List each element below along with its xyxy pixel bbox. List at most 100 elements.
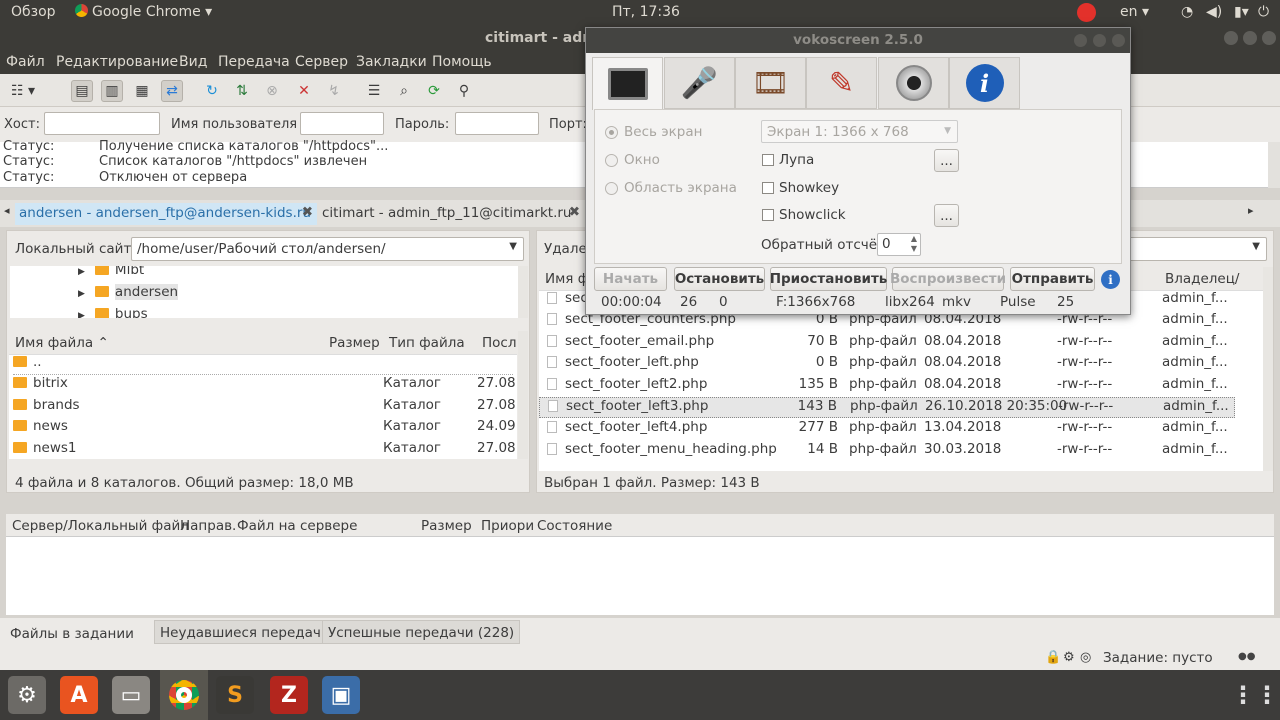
table-row[interactable]: sect_footer_email.php 70 B php-файл 08.04.2… [539,333,1263,354]
tab-about[interactable]: i [949,57,1020,109]
close-button[interactable] [1112,34,1125,47]
toggle-local-tree-icon[interactable]: ▥ [101,80,123,102]
toggle-log-icon[interactable]: ▤ [71,80,93,102]
column-last-modified[interactable]: Посл [482,331,516,355]
software-center-icon[interactable]: A [60,676,98,714]
tab-settings[interactable]: ✎ [806,57,877,109]
tab-successful-transfers[interactable]: Успешные передачи (228) [322,620,521,644]
filter-icon[interactable]: ☰ [363,80,385,102]
activities-button[interactable]: Обзор [11,4,56,20]
pause-button[interactable]: Приостановить [770,267,887,291]
column-priority[interactable]: Приори [481,518,534,534]
magnifier-options-button[interactable]: ... [934,149,959,172]
clock[interactable]: Пт, 17:36 [612,4,680,20]
tab-queued-files[interactable]: Файлы в задании [5,622,139,646]
tab-failed-transfers[interactable]: Неудавшиеся передачи [154,620,336,644]
password-input[interactable] [455,112,539,135]
menu-view[interactable]: Вид [179,54,207,70]
compare-icon[interactable]: ⌕ [393,80,415,102]
screen-select[interactable]: Экран 1: 1366 x 768 ▼ [761,120,958,143]
column-filetype[interactable]: Тип файла [389,331,465,355]
local-list-scrollbar[interactable] [518,331,528,459]
table-row[interactable]: sect_footer_left2.php 135 B php-файл 08.04.… [539,376,1263,397]
refresh-icon[interactable]: ↻ [201,80,223,102]
stop-button[interactable]: Остановить [674,267,765,291]
send-button[interactable]: Отправить [1010,267,1095,291]
menu-file[interactable]: Файл [6,54,45,70]
username-input[interactable] [300,112,384,135]
table-row[interactable]: sect_footer_menu_heading.php 14 B php-файл… [539,441,1263,462]
tab-audio[interactable]: 🎤 [664,57,735,109]
column-status[interactable]: Состояние [537,518,612,534]
filezilla-icon[interactable]: Z [270,676,308,714]
host-input[interactable] [44,112,160,135]
reconnect-icon[interactable]: ↯ [323,80,345,102]
list-item[interactable]: news Каталог 24.09. [13,418,517,439]
tab-scroll-left-icon[interactable]: ◂ [4,204,10,217]
record-indicator-icon[interactable] [1077,3,1096,22]
tab-scroll-right-icon[interactable]: ▸ [1248,204,1254,217]
countdown-spinbox[interactable]: 0 ▲ ▼ [877,233,921,256]
maximize-button[interactable] [1093,34,1106,47]
toggle-remote-tree-icon[interactable]: ▦ [131,80,153,102]
radio-window[interactable] [605,154,618,167]
column-filename[interactable]: Имя файла ⌃ [15,331,109,355]
expand-icon[interactable]: ▶ [78,311,85,318]
log-scrollbar[interactable] [1268,142,1280,188]
process-queue-icon[interactable]: ⇅ [231,80,253,102]
toggle-queue-icon[interactable]: ⇄ [161,80,183,102]
language-indicator[interactable]: en ▾ [1120,4,1149,20]
local-path-combobox[interactable]: /home/user/Рабочий стол/andersen/ ▼ [131,237,524,261]
help-icon[interactable]: i [1101,270,1120,289]
close-icon[interactable]: ✖ [302,204,313,220]
menu-bookmarks[interactable]: Закладки [356,54,427,70]
tab-video[interactable]: 🎞 [735,57,806,109]
tab-screen[interactable] [592,57,663,110]
volume-icon[interactable]: ◀) [1206,4,1222,20]
list-item[interactable]: .. [13,355,513,375]
remote-list-scrollbar[interactable] [1263,267,1273,471]
app-menu[interactable]: Google Chrome ▾ [75,4,212,20]
spin-down-icon[interactable]: ▼ [911,244,917,253]
radio-area[interactable] [605,182,618,195]
showkey-checkbox[interactable] [762,182,774,194]
cancel-icon[interactable]: ⊗ [261,80,283,102]
power-icon[interactable]: ⏻ [1258,4,1269,20]
tree-scrollbar[interactable] [518,266,528,318]
showclick-options-button[interactable]: ... [934,204,959,227]
list-item[interactable]: news1 Каталог 27.08. [13,440,517,459]
column-size[interactable]: Размер [421,518,472,534]
start-button[interactable]: Начать [594,267,667,291]
app-grid-icon[interactable]: ⋮⋮ [1231,676,1279,714]
files-icon[interactable]: ▭ [112,676,150,714]
vokoscreen-icon[interactable]: ▣ [322,676,360,714]
magnifier-checkbox[interactable] [762,154,774,166]
play-button[interactable]: Воспроизвести [890,267,1006,291]
wifi-icon[interactable]: ◔ [1181,4,1193,20]
tree-item[interactable]: ▶ andersen [78,284,179,305]
list-item[interactable]: bitrix Каталог 27.08. [13,375,517,396]
battery-icon[interactable]: ▮▾ [1234,4,1249,20]
list-item[interactable]: brands Каталог 27.08. [13,397,517,418]
sync-browse-icon[interactable]: ⟳ [423,80,445,102]
table-row[interactable]: sect_footer_left.php 0 B php-файл 08.04.201… [539,354,1263,375]
tab-webcam[interactable] [878,57,949,109]
sublime-text-icon[interactable]: S [216,676,254,714]
column-direction[interactable]: Направ. [180,518,236,534]
close-icon[interactable]: ✖ [569,204,580,220]
tree-item[interactable]: ▶ Mlbt [78,266,144,283]
tree-item[interactable]: ▶ bups [78,306,148,318]
showclick-checkbox[interactable] [762,209,774,221]
spin-up-icon[interactable]: ▲ [911,234,917,243]
speed-limit-icon[interactable]: ◎ [1080,650,1091,665]
disconnect-icon[interactable]: ✕ [293,80,315,102]
remote-path-combobox[interactable]: ▼ [1127,237,1267,261]
chrome-dock-icon[interactable] [160,670,208,720]
close-button[interactable] [1262,31,1276,45]
minimize-button[interactable] [1074,34,1087,47]
expand-icon[interactable]: ▶ [78,267,85,277]
menu-edit[interactable]: Редактирование [56,54,178,70]
search-icon[interactable]: ⚲ [453,80,475,102]
site-manager-icon[interactable]: ☷ ▾ [5,80,41,102]
minimize-button[interactable] [1224,31,1238,45]
